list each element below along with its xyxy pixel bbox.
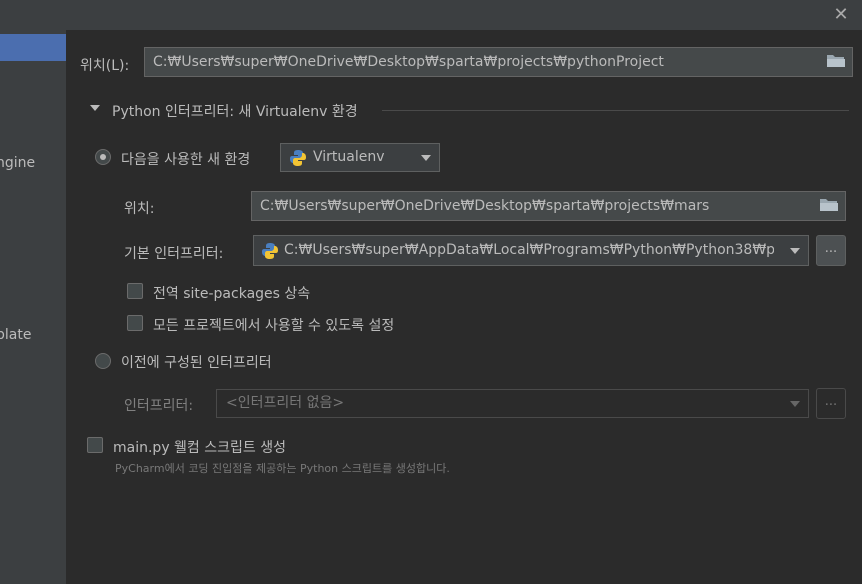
folder-icon[interactable] [819, 197, 839, 213]
new-env-label[interactable]: 다음을 사용한 새 환경 [121, 149, 250, 169]
chevron-down-icon [790, 248, 800, 254]
env-tool-select[interactable]: Virtualenv [280, 143, 440, 172]
folder-icon[interactable] [826, 53, 846, 69]
existing-interpreter-select[interactable]: <인터프리터 없음> [216, 389, 809, 418]
env-tool-value: Virtualenv [313, 149, 385, 165]
env-location-label: 위치: [124, 201, 155, 217]
browse-existing-interpreter-button[interactable]: ... [816, 388, 846, 419]
sidebar-item-engine[interactable]: ngine [0, 155, 35, 171]
location-label: 위치(L): [80, 58, 130, 74]
project-type-sidebar: ngine plate [0, 0, 66, 584]
location-value: C:₩Users₩super₩OneDrive₩Desktop₩sparta₩p… [153, 54, 664, 70]
sidebar-item-template[interactable]: plate [0, 327, 31, 343]
existing-interpreter-label: 인터프리터: [124, 398, 194, 414]
base-interpreter-label: 기본 인터프리터: [124, 246, 224, 262]
base-interpreter-select[interactable]: C:₩Users₩super₩AppData₩Local₩Programs₩Py… [253, 235, 809, 266]
collapse-toggle-icon[interactable] [90, 105, 100, 111]
chevron-down-icon [421, 155, 431, 161]
make-available-checkbox[interactable] [127, 315, 143, 331]
welcome-script-hint: PyCharm에서 코딩 진입점을 제공하는 Python 스크립트를 생성합니… [115, 462, 450, 475]
env-location-field[interactable]: C:₩Users₩super₩OneDrive₩Desktop₩sparta₩p… [251, 191, 846, 221]
base-interpreter-value: C:₩Users₩super₩AppData₩Local₩Programs₩Py… [284, 242, 774, 258]
browse-interpreter-button[interactable]: ... [816, 235, 846, 266]
location-field[interactable]: C:₩Users₩super₩OneDrive₩Desktop₩sparta₩p… [144, 47, 853, 77]
existing-env-radio[interactable] [95, 353, 111, 369]
welcome-script-label[interactable]: main.py 웰컴 스크립트 생성 [113, 437, 286, 457]
env-location-value: C:₩Users₩super₩OneDrive₩Desktop₩sparta₩p… [260, 198, 710, 214]
welcome-script-checkbox[interactable] [87, 437, 103, 453]
dialog-title-bar: ✕ [66, 0, 862, 30]
chevron-down-icon [790, 401, 800, 407]
new-env-radio[interactable] [95, 149, 111, 165]
section-divider [382, 110, 849, 111]
inherit-site-packages-checkbox[interactable] [127, 283, 143, 299]
python-icon [290, 150, 306, 166]
inherit-site-packages-label[interactable]: 전역 site-packages 상속 [153, 283, 310, 303]
make-available-label[interactable]: 모든 프로젝트에서 사용할 수 있도록 설정 [153, 315, 394, 335]
python-icon [262, 243, 278, 259]
sidebar-selected-item[interactable] [0, 34, 66, 61]
interpreter-section-title[interactable]: Python 인터프리터: 새 Virtualenv 환경 [112, 101, 358, 121]
existing-interpreter-value: <인터프리터 없음> [226, 395, 345, 411]
close-icon[interactable]: ✕ [830, 4, 852, 26]
radio-dot [100, 154, 106, 160]
existing-env-label[interactable]: 이전에 구성된 인터프리터 [121, 352, 272, 372]
